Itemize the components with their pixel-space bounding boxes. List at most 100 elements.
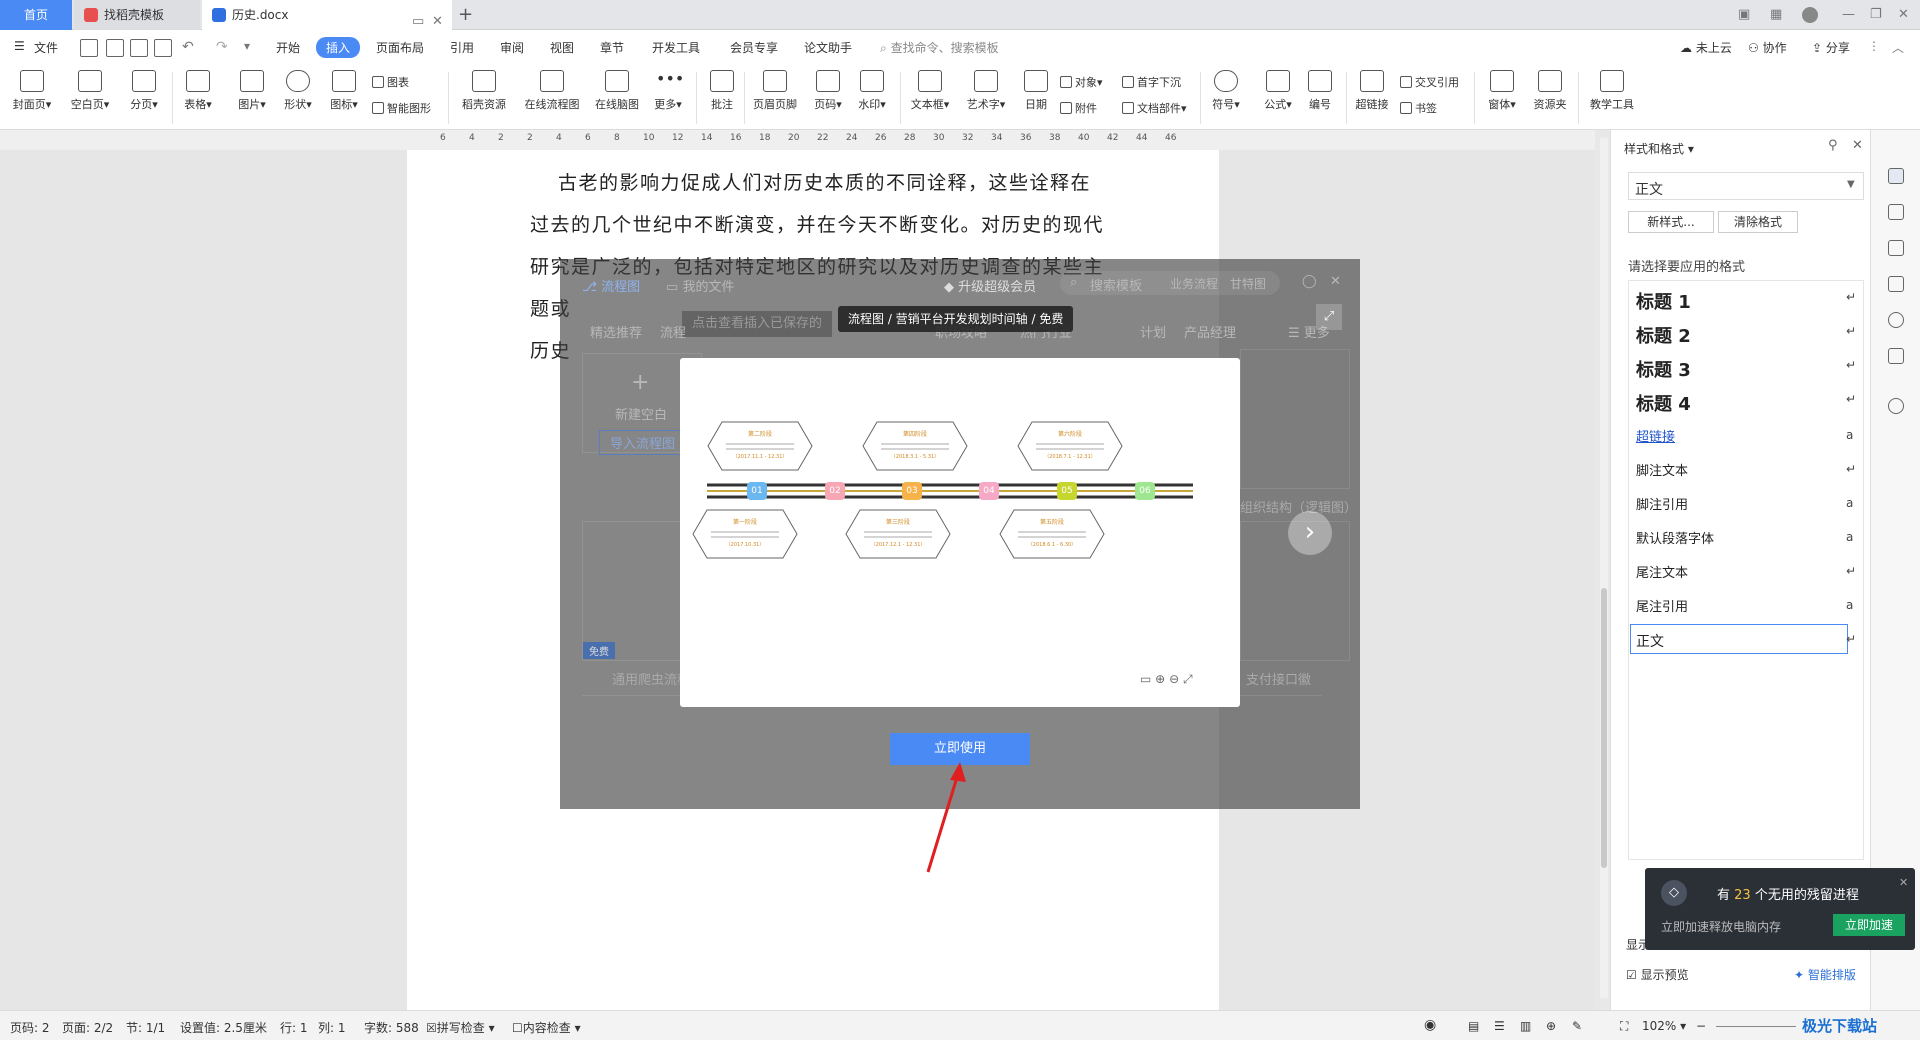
image-tool-icon[interactable] [1888,276,1904,292]
eye-protection-icon[interactable]: ◉ [1424,1017,1436,1033]
status-row[interactable]: 行: 1 [280,1019,308,1036]
online-mindmap-button[interactable]: 在线脑图 [590,70,644,112]
attachment-button[interactable]: 附件 [1060,100,1097,116]
close-dialog-icon[interactable]: ✕ [1330,274,1341,289]
paragraph-line[interactable]: 过去的几个世纪中不断演变，并在今天不断变化。对历史的现代 [530,210,1104,237]
wordart-button[interactable]: 艺术字▾ [962,70,1010,112]
status-words[interactable]: 字数: 588 [364,1019,419,1036]
fit-icon[interactable]: ▭ [1140,672,1151,686]
save-icon[interactable] [80,39,98,57]
style-endnote-text[interactable]: 尾注文本 [1636,562,1688,581]
more-button[interactable]: ••• 更多▾ [648,70,688,112]
menu-member[interactable]: 会员专享 [730,39,778,56]
saved-hint[interactable]: 点击查看插入已保存的 [682,311,833,337]
more-icon[interactable]: ⋮ [1868,39,1880,53]
textbox-button[interactable]: 文本框▾ [906,70,954,112]
apps-grid-icon[interactable]: ▦ [1770,7,1782,22]
accelerate-button[interactable]: 立即加速 [1833,914,1905,936]
category-flow[interactable]: 流程 [660,322,686,341]
category-plan[interactable]: 计划 [1140,322,1166,341]
menu-review[interactable]: 审阅 [500,39,524,56]
pen-icon[interactable]: ✎ [1572,1019,1582,1033]
print-preview-icon[interactable] [154,39,172,57]
smart-layout-button[interactable]: ✦ 智能排版 [1794,966,1856,983]
cover-page-button[interactable]: 封面页▾ [12,70,52,112]
collapse-ribbon-icon[interactable]: ︿ [1892,39,1904,56]
zoom-out-button[interactable]: − [1696,1019,1706,1033]
icons-button[interactable]: 图标▾ [326,70,362,112]
close-notification-icon[interactable]: ✕ [1899,876,1908,889]
menu-file[interactable]: 文件 [34,39,58,56]
show-preview-checkbox[interactable]: ☑ 显示预览 [1626,966,1689,983]
page-number-button[interactable]: 页码▾ [810,70,846,112]
pin-panel-icon[interactable]: ⚲ [1828,138,1838,153]
zoom-level[interactable]: 102% ▾ [1642,1019,1686,1033]
teaching-tools-button[interactable]: 教学工具 [1586,70,1638,112]
new-tab-button[interactable]: + [458,0,473,30]
docer-resources-button[interactable]: 稻壳资源 [456,70,512,112]
menu-chapter[interactable]: 章节 [600,39,624,56]
bookmark-button[interactable]: 书签 [1400,100,1437,116]
menu-page-layout[interactable]: 页面布局 [376,39,424,56]
smart-art-button[interactable]: 智能图形 [372,100,431,116]
watermark-button[interactable]: 水印▾ [854,70,890,112]
style-default-font[interactable]: 默认段落字体 [1636,528,1714,547]
menu-hamburger-icon[interactable]: ☰ [14,39,25,53]
style-hyperlink[interactable]: 超链接 [1636,426,1675,445]
location-icon[interactable] [1888,312,1904,328]
zoom-out-icon[interactable]: ⊖ [1169,672,1179,686]
zoom-slider[interactable] [1716,1026,1796,1027]
undo-icon[interactable]: ↶ [182,39,194,55]
redo-icon[interactable]: ↷ [216,39,228,55]
style-heading-3[interactable]: 标题 3 [1636,356,1691,382]
minimize-icon[interactable]: — [1842,7,1855,22]
tab-my-files[interactable]: ▭ 我的文件 [666,276,734,295]
online-flowchart-button[interactable]: 在线流程图 [520,70,584,112]
hyperlink-button[interactable]: 超链接 [1350,70,1394,112]
menu-developer[interactable]: 开发工具 [652,39,700,56]
spell-check-button[interactable]: ☒拼写检查 ▾ [426,1019,495,1036]
status-pages[interactable]: 页面: 2/2 [62,1019,113,1036]
layout-icon[interactable]: ▣ [1738,7,1750,22]
date-button[interactable]: 日期 [1018,70,1054,112]
object-button[interactable]: 对象▾ [1060,74,1103,90]
category-pm[interactable]: 产品经理 [1184,322,1236,341]
doc-parts-button[interactable]: 文档部件▾ [1122,100,1187,116]
select-icon[interactable] [1888,204,1904,220]
help-icon[interactable] [1888,398,1904,414]
template-card-title[interactable]: 通用爬虫流程 [612,669,690,688]
quick-access-dropdown-icon[interactable]: ▾ [244,39,250,53]
status-page-code[interactable]: 页码: 2 [10,1019,50,1036]
content-check-button[interactable]: ☐内容检查 ▾ [512,1019,581,1036]
status-col[interactable]: 列: 1 [318,1019,346,1036]
template-card-title[interactable]: 支付接口徽 [1246,669,1311,688]
shape-button[interactable]: 形状▾ [280,70,316,112]
style-heading-4[interactable]: 标题 4 [1636,390,1691,416]
tab-home[interactable]: 首页 [0,0,72,30]
restore-icon[interactable]: ❐ [1870,7,1882,22]
status-section[interactable]: 节: 1/1 [126,1019,165,1036]
read-view-icon[interactable]: ▥ [1520,1019,1531,1033]
style-heading-1[interactable]: 标题 1 [1636,288,1691,314]
menu-start[interactable]: 开始 [276,39,300,56]
style-heading-2[interactable]: 标题 2 [1636,322,1691,348]
collaborate-button[interactable]: ⚇ 协作 [1748,39,1787,56]
menu-insert[interactable]: 插入 [316,37,361,58]
tag-gantt[interactable]: 甘特图 [1230,275,1266,292]
web-view-icon[interactable]: ⊕ [1546,1019,1556,1033]
formula-button[interactable]: 公式▾ [1260,70,1296,112]
styles-panel-title[interactable]: 样式和格式 ▾ [1624,140,1694,157]
template-search-box[interactable]: ⌕ 搜索模板 业务流程 甘特图 [1060,271,1280,295]
zoom-in-icon[interactable]: ⊕ [1155,672,1165,686]
tag-business-flow[interactable]: 业务流程 [1170,275,1218,292]
vertical-scrollbar[interactable] [1600,138,1608,998]
tab-document[interactable]: 历史.docx ▭ ✕ [202,0,452,30]
tab-flowchart[interactable]: ⎇ 流程图 [582,276,640,295]
style-format-icon[interactable] [1888,168,1904,184]
tab-template[interactable]: 找稻壳模板 [74,0,200,30]
style-normal[interactable]: 正文 [1636,631,1664,651]
chat-icon[interactable]: ◯ [1302,274,1317,289]
command-search[interactable]: ⌕ 查找命令、搜索模板 [880,39,999,56]
next-template-button[interactable]: › [1288,511,1332,555]
style-endnote-ref[interactable]: 尾注引用 [1636,596,1688,615]
